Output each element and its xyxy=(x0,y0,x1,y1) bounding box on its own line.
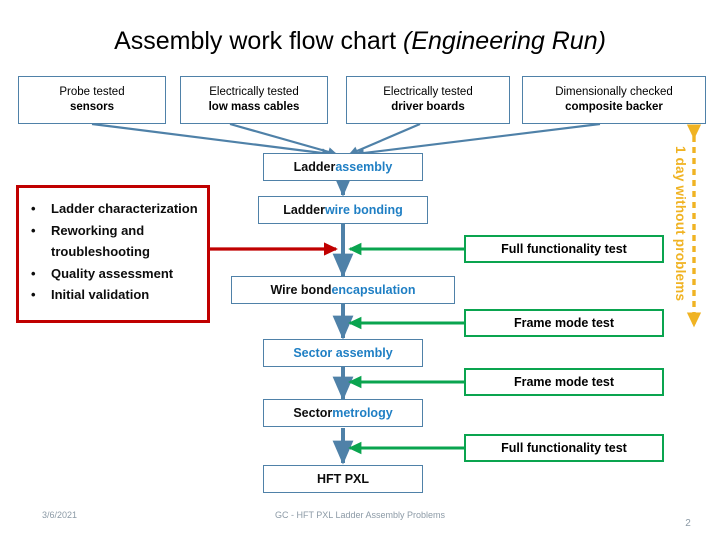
input-box-line1: Electrically tested xyxy=(383,86,473,98)
flow-step-ladder-assembly[interactable]: Ladder assembly xyxy=(263,153,423,181)
notes-panel[interactable]: Ladder characterization Reworking and tr… xyxy=(16,185,210,323)
page-title-main: Assembly work flow chart xyxy=(114,27,404,55)
flow-step-label-dark: Sector xyxy=(293,406,333,420)
flow-step-label-blue: assembly xyxy=(335,160,393,174)
test-box-label: Full functionality test xyxy=(501,441,627,455)
input-box-electrically-tested-driver-boards[interactable]: Electrically tested driver boards xyxy=(346,76,510,124)
flow-step-label-blue: Sector assembly xyxy=(293,346,393,360)
input-box-line2: sensors xyxy=(69,101,115,113)
flow-step-label-dark: Wire bond xyxy=(270,283,332,297)
flow-step-ladder-wire-bonding[interactable]: Ladder wire bonding xyxy=(258,196,428,224)
input-box-line2: low mass cables xyxy=(208,101,300,113)
notes-item-label: Initial validation xyxy=(51,287,150,302)
input-box-electrically-tested-low-mass-cables[interactable]: Electrically tested low mass cables xyxy=(180,76,328,124)
slide-canvas: Assembly work flow chart (Engineering Ru… xyxy=(0,0,720,540)
input-box-probe-tested-sensors[interactable]: Probe tested sensors xyxy=(18,76,166,124)
duration-label: 1 day without problems xyxy=(673,146,688,302)
test-box-label: Frame mode test xyxy=(513,316,615,330)
footer-page-number: 2 xyxy=(685,518,691,529)
notes-item-label: Reworking and troubleshooting xyxy=(51,222,150,260)
test-box-frame-mode-test-1[interactable]: Frame mode test xyxy=(464,309,664,337)
test-box-full-functionality-test-1[interactable]: Full functionality test xyxy=(464,235,664,263)
flow-step-hft-pxl[interactable]: HFT PXL xyxy=(263,465,423,493)
test-box-frame-mode-test-2[interactable]: Frame mode test xyxy=(464,368,664,396)
flow-step-label-blue: metrology xyxy=(332,406,393,420)
list-item: Reworking and troubleshooting xyxy=(27,220,203,263)
flow-step-label-blue: encapsulation xyxy=(331,283,416,297)
notes-item-label: Quality assessment xyxy=(51,265,174,281)
input-box-dimensionally-checked-composite-backer[interactable]: Dimensionally checked composite backer xyxy=(522,76,706,124)
input-box-line1: Dimensionally checked xyxy=(555,86,673,98)
page-title-italic: (Engineering Run) xyxy=(403,27,606,55)
flow-step-label-blue: wire bonding xyxy=(324,203,403,217)
list-item: Ladder characterization xyxy=(27,198,203,220)
input-box-line1: Probe tested xyxy=(59,86,125,98)
notes-item-label: Ladder characterization xyxy=(51,201,198,216)
flow-step-sector-assembly[interactable]: Sector assembly xyxy=(263,339,423,367)
input-box-line2: composite backer xyxy=(565,101,663,113)
flow-step-wire-bond-encapsulation[interactable]: Wire bond encapsulation xyxy=(231,276,455,304)
list-item: Initial validation xyxy=(27,284,203,306)
footer-title: GC - HFT PXL Ladder Assembly Problems xyxy=(274,510,446,520)
flow-step-label-dark: Ladder xyxy=(283,203,325,217)
test-box-label: Frame mode test xyxy=(513,375,615,389)
page-title: Assembly work flow chart (Engineering Ru… xyxy=(0,26,720,56)
input-box-line2: driver boards xyxy=(391,101,465,113)
notes-list: Ladder characterization Reworking and tr… xyxy=(19,188,207,306)
flow-step-label-dark: HFT PXL xyxy=(316,472,370,486)
test-box-full-functionality-test-2[interactable]: Full functionality test xyxy=(464,434,664,462)
list-item: Quality assessment xyxy=(27,263,203,285)
input-box-line1: Electrically tested xyxy=(209,86,299,98)
flow-step-sector-metrology[interactable]: Sector metrology xyxy=(263,399,423,427)
test-box-label: Full functionality test xyxy=(501,242,627,256)
flow-step-label-dark: Ladder xyxy=(293,160,336,174)
input-converging-arrows xyxy=(91,122,601,158)
